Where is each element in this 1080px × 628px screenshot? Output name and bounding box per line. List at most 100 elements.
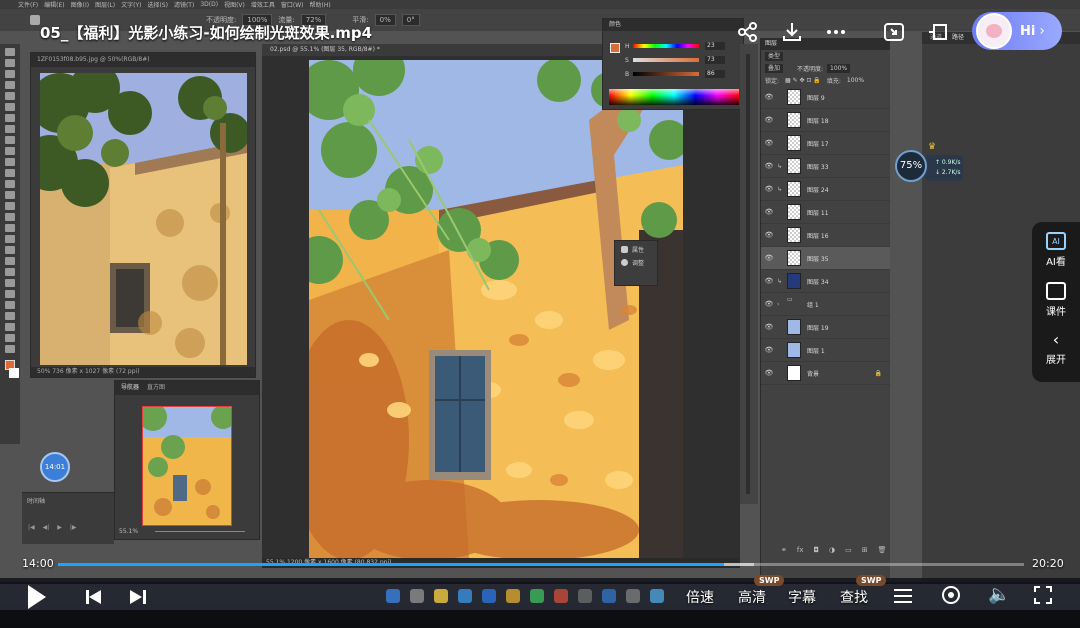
tool-icon[interactable] — [5, 70, 15, 78]
windows-start-icon[interactable] — [386, 589, 400, 603]
layer-row[interactable]: 👁 图层 19 — [761, 316, 890, 339]
menu-item[interactable]: 滤镜(T) — [174, 0, 194, 9]
delete-layer-icon[interactable]: 🗑 — [878, 546, 887, 558]
tool-icon[interactable] — [5, 323, 15, 331]
layer-row[interactable]: 👁 图层 16 — [761, 224, 890, 247]
play-button[interactable] — [28, 585, 46, 609]
more-icon[interactable] — [822, 18, 850, 46]
tool-icon[interactable] — [5, 48, 15, 56]
share-icon[interactable] — [734, 18, 762, 46]
tool-icon[interactable] — [5, 125, 15, 133]
next-button[interactable] — [130, 589, 146, 605]
timer-badge[interactable]: 14:01 — [40, 452, 70, 482]
visibility-eye-icon[interactable]: 👁 — [761, 231, 777, 239]
color-spectrum[interactable] — [609, 89, 739, 105]
tool-icon[interactable] — [5, 257, 15, 265]
visibility-eye-icon[interactable]: 👁 — [761, 139, 777, 147]
layer-row[interactable]: 👁 图层 35 — [761, 247, 890, 270]
app-icon[interactable] — [650, 589, 664, 603]
tool-icon[interactable] — [5, 224, 15, 232]
tool-icon[interactable] — [5, 92, 15, 100]
zoom-slider[interactable] — [155, 531, 245, 532]
menu-item[interactable]: 视图(V) — [224, 0, 245, 9]
channel-value[interactable]: 86 — [705, 70, 725, 78]
quality-button[interactable]: 高清 — [738, 587, 766, 607]
timeline-play-icon[interactable]: ▶ — [57, 524, 62, 531]
ai-view-button[interactable]: AI AI看 — [1046, 232, 1066, 268]
lock-icons[interactable]: ▦ ✎ ✥ ⊡ 🔒 — [785, 77, 821, 84]
tool-icon[interactable] — [5, 279, 15, 287]
progress-bar[interactable] — [58, 563, 1024, 566]
subtitle-button[interactable]: 字幕 — [788, 587, 816, 607]
chrome-icon[interactable] — [482, 589, 496, 603]
menu-item[interactable]: 编辑(E) — [44, 0, 64, 9]
previous-button[interactable] — [86, 589, 102, 605]
layer-row[interactable]: 👁 › ▭ 组 1 — [761, 293, 890, 316]
menu-item[interactable]: 文件(F) — [18, 0, 38, 9]
tool-icon[interactable] — [5, 345, 15, 353]
layer-row[interactable]: 👁 ↳ 图层 24 — [761, 178, 890, 201]
tool-icon[interactable] — [5, 301, 15, 309]
tool-icon[interactable] — [5, 213, 15, 221]
visibility-eye-icon[interactable]: 👁 — [761, 323, 777, 331]
danmaku-icon[interactable] — [942, 586, 960, 604]
mask-icon[interactable]: ◘ — [813, 546, 819, 558]
tab-paths[interactable]: 路径 — [952, 32, 964, 44]
tool-icon[interactable] — [5, 246, 15, 254]
app-icon[interactable] — [554, 589, 568, 603]
fill-field[interactable]: 100% — [847, 77, 864, 84]
layer-row[interactable]: 👁 图层 18 — [761, 109, 890, 132]
menu-item[interactable]: 3D(D) — [200, 1, 218, 8]
menu-item[interactable]: 选择(S) — [147, 0, 168, 9]
download-icon[interactable] — [778, 18, 806, 46]
visibility-eye-icon[interactable]: 👁 — [761, 116, 777, 124]
tool-icon[interactable] — [5, 235, 15, 243]
new-group-icon[interactable]: ▭ — [845, 546, 852, 558]
file-explorer-icon[interactable] — [434, 589, 448, 603]
angle-field[interactable]: 0° — [401, 14, 420, 26]
menu-item[interactable]: 图像(I) — [71, 0, 89, 9]
layer-row[interactable]: 👁 图层 17 — [761, 132, 890, 155]
expand-button[interactable]: ‹ 展开 — [1046, 332, 1066, 367]
speed-button[interactable]: 倍速 — [686, 587, 714, 607]
app-icon[interactable] — [578, 589, 592, 603]
tool-icon[interactable] — [5, 136, 15, 144]
channel-value[interactable]: 23 — [705, 42, 725, 50]
layer-row[interactable]: 👁 背景 🔒 — [761, 362, 890, 385]
menu-item[interactable]: 增效工具 — [251, 0, 275, 9]
tool-icon[interactable] — [5, 158, 15, 166]
tool-icon[interactable] — [5, 334, 15, 342]
adjustment-layer-icon[interactable]: ◑ — [829, 546, 835, 558]
color-channel-s[interactable]: S 73 — [625, 56, 725, 64]
tool-icon[interactable] — [5, 191, 15, 199]
app-icon[interactable] — [626, 589, 640, 603]
screenshot-icon[interactable] — [880, 18, 908, 46]
wechat-icon[interactable] — [530, 589, 544, 603]
tab-navigator[interactable]: 导航器 — [121, 381, 139, 395]
scrollbar[interactable] — [746, 54, 750, 494]
app-icon[interactable] — [506, 589, 520, 603]
tool-icon[interactable] — [5, 312, 15, 320]
foreground-swatch[interactable] — [610, 43, 620, 53]
layer-row[interactable]: 👁 图层 1 — [761, 339, 890, 362]
tool-icon[interactable] — [5, 103, 15, 111]
menu-item[interactable]: 文字(Y) — [121, 0, 141, 9]
navigator-zoom[interactable]: 55.1% — [119, 528, 138, 535]
tool-icon[interactable] — [5, 290, 15, 298]
network-percent-badge[interactable]: 75% — [895, 150, 927, 182]
layer-row[interactable]: 👁 图层 9 — [761, 86, 890, 109]
painting-canvas[interactable] — [309, 60, 683, 558]
layer-row[interactable]: 👁 ↳ 图层 33 — [761, 155, 890, 178]
visibility-eye-icon[interactable]: 👁 — [761, 254, 777, 262]
layer-filter-select[interactable]: 类型 — [765, 51, 784, 61]
pip-icon[interactable] — [924, 18, 952, 46]
channel-value[interactable]: 73 — [705, 56, 725, 64]
color-channel-h[interactable]: H 23 — [625, 42, 725, 50]
tool-icon[interactable] — [5, 268, 15, 276]
tool-icon[interactable] — [5, 81, 15, 89]
properties-item[interactable]: 属性 — [615, 241, 657, 254]
taskbar-search-icon[interactable] — [410, 589, 424, 603]
playlist-icon[interactable] — [894, 589, 912, 603]
visibility-eye-icon[interactable]: 👁 — [761, 277, 777, 285]
smooth-field[interactable]: 0% — [374, 14, 396, 26]
